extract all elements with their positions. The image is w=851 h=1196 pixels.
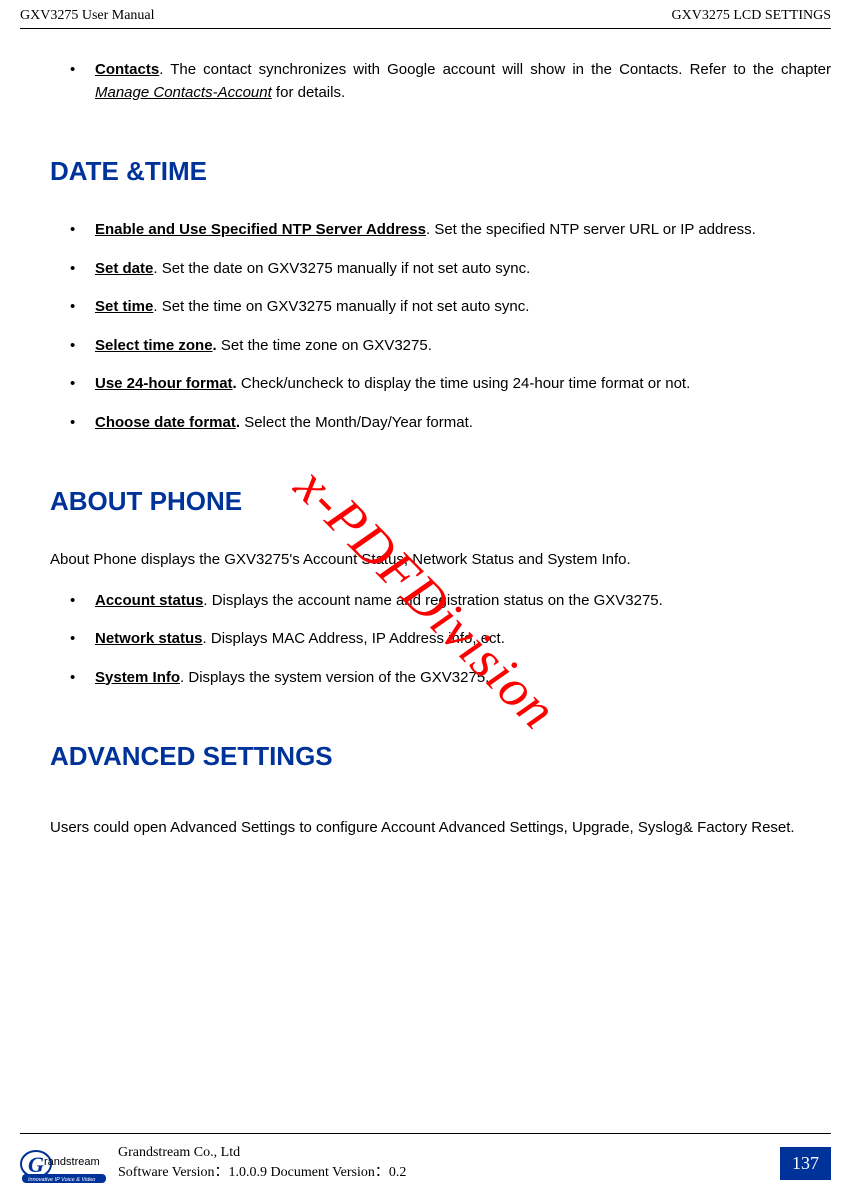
- item-label: Network status: [95, 630, 203, 647]
- date-time-list: Enable and Use Specified NTP Server Addr…: [50, 219, 831, 434]
- item-label: Choose date format: [95, 414, 236, 431]
- heading-advanced-settings: ADVANCED SETTINGS: [50, 737, 831, 776]
- bullet-text2: for details.: [272, 84, 345, 101]
- header-left: GXV3275 User Manual: [20, 8, 155, 24]
- page-content: Contacts. The contact synchronizes with …: [0, 29, 851, 847]
- bullet-label: Contacts: [95, 61, 159, 78]
- item-text: . Displays the system version of the GXV…: [180, 669, 489, 686]
- item-label: System Info: [95, 669, 180, 686]
- bullet-ref: Manage Contacts-Account: [95, 84, 272, 101]
- svg-text:G: G: [28, 1152, 44, 1177]
- page-footer: G randstream Innovative IP Voice & Video…: [20, 1138, 831, 1188]
- date-item: Set date. Set the date on GXV3275 manual…: [95, 258, 831, 281]
- date-item: Select time zone. Set the time zone on G…: [95, 335, 831, 358]
- heading-about-phone: ABOUT PHONE: [50, 482, 831, 521]
- item-text: Set the time on GXV3275 manually if not …: [162, 298, 530, 315]
- date-item: Choose date format. Select the Month/Day…: [95, 412, 831, 435]
- item-text: Set the date on GXV3275 manually if not …: [162, 260, 531, 277]
- item-text: Select the Month/Day/Year format.: [244, 414, 473, 431]
- page-number: 137: [780, 1147, 831, 1180]
- date-item: Set time. Set the time on GXV3275 manual…: [95, 296, 831, 319]
- about-phone-list: Account status. Displays the account nam…: [50, 590, 831, 690]
- page-header: GXV3275 User Manual GXV3275 LCD SETTINGS: [0, 0, 851, 28]
- about-item: Account status. Displays the account nam…: [95, 590, 831, 613]
- svg-text:randstream: randstream: [44, 1156, 100, 1168]
- about-item: System Info. Displays the system version…: [95, 667, 831, 690]
- footer-version: Software Version：1.0.0.9 Document Versio…: [118, 1163, 780, 1183]
- date-item: Use 24-hour format. Check/uncheck to dis…: [95, 373, 831, 396]
- item-text: Set the specified NTP server URL or IP a…: [434, 221, 756, 238]
- item-label: Enable and Use Specified NTP Server Addr…: [95, 221, 426, 238]
- intro-bullet-list: Contacts. The contact synchronizes with …: [50, 59, 831, 104]
- svg-text:Innovative IP Voice & Video: Innovative IP Voice & Video: [28, 1177, 95, 1183]
- item-label: Set date: [95, 260, 153, 277]
- heading-date-time: DATE &TIME: [50, 152, 831, 191]
- footer-company: Grandstream Co., Ltd: [118, 1143, 780, 1163]
- date-item: Enable and Use Specified NTP Server Addr…: [95, 219, 831, 242]
- about-item: Network status. Displays MAC Address, IP…: [95, 628, 831, 651]
- footer-divider: [20, 1133, 831, 1134]
- item-text: . Displays the account name and registra…: [203, 592, 662, 609]
- header-right: GXV3275 LCD SETTINGS: [672, 8, 831, 24]
- footer-text: Grandstream Co., Ltd Software Version：1.…: [118, 1143, 780, 1182]
- bullet-contacts: Contacts. The contact synchronizes with …: [95, 59, 831, 104]
- advanced-text: Users could open Advanced Settings to co…: [50, 808, 831, 847]
- item-text: Check/uncheck to display the time using …: [241, 375, 690, 392]
- item-label: Select time zone: [95, 337, 213, 354]
- grandstream-logo: G randstream Innovative IP Voice & Video: [20, 1142, 108, 1184]
- about-intro: About Phone displays the GXV3275's Accou…: [50, 549, 831, 572]
- item-label: Set time: [95, 298, 153, 315]
- item-label: Account status: [95, 592, 203, 609]
- item-text: Set the time zone on GXV3275.: [221, 337, 432, 354]
- item-label: Use 24-hour format: [95, 375, 233, 392]
- item-text: . Displays MAC Address, IP Address info,…: [203, 630, 505, 647]
- bullet-text1: . The contact synchronizes with Google a…: [159, 61, 831, 78]
